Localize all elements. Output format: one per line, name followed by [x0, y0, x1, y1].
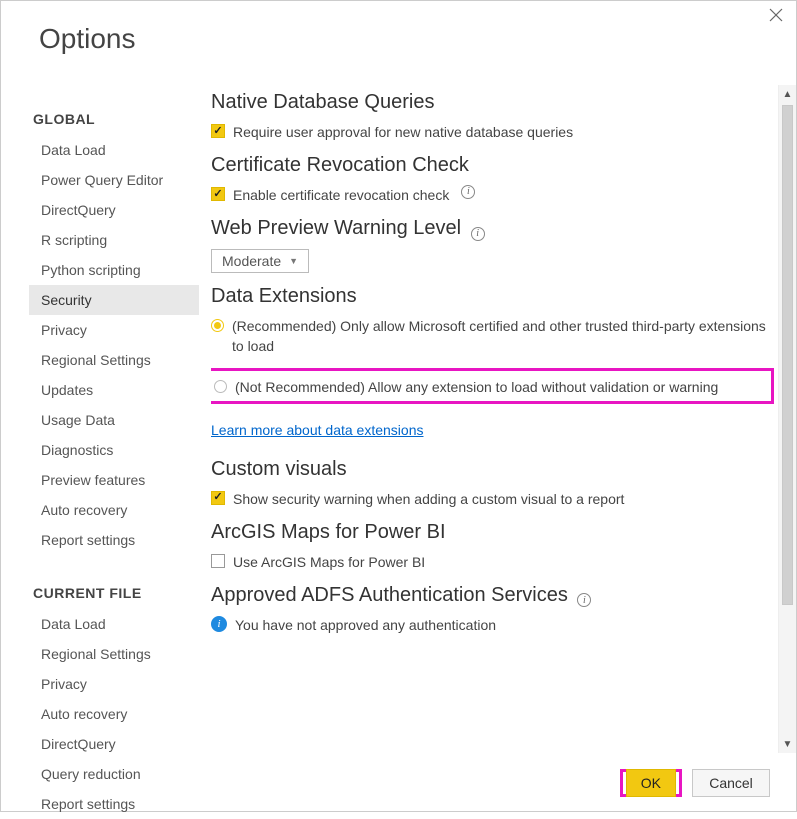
radio-not-recommended[interactable]: [214, 380, 227, 393]
close-icon[interactable]: [768, 7, 786, 25]
scroll-thumb[interactable]: [782, 105, 793, 605]
sidebar-item-r-scripting[interactable]: R scripting: [29, 225, 199, 255]
sidebar-group-current-file: CURRENT FILE: [33, 585, 199, 601]
label-not-recommended: (Not Recommended) Allow any extension to…: [235, 377, 718, 397]
section-title-adfs: Approved ADFS Authentication Services i: [211, 584, 774, 608]
scrollbar[interactable]: ▲ ▼: [778, 85, 796, 753]
label-visuals-warning: Show security warning when adding a cust…: [233, 489, 624, 509]
section-title-arcgis: ArcGIS Maps for Power BI: [211, 521, 774, 544]
scroll-up-icon[interactable]: ▲: [779, 85, 796, 103]
chevron-down-icon: ▼: [289, 256, 298, 266]
label-cert-revocation: Enable certificate revocation check: [233, 185, 449, 205]
sidebar: GLOBAL Data LoadPower Query EditorDirect…: [1, 85, 199, 753]
dialog-title: Options: [1, 1, 796, 55]
web-preview-select[interactable]: Moderate ▼: [211, 249, 309, 273]
options-dialog: Options GLOBAL Data LoadPower Query Edit…: [0, 0, 797, 812]
sidebar-group-global: GLOBAL: [33, 111, 199, 127]
sidebar-item-updates[interactable]: Updates: [29, 375, 199, 405]
label-require-approval: Require user approval for new native dat…: [233, 122, 573, 142]
sidebar-item-auto-recovery[interactable]: Auto recovery: [29, 699, 199, 729]
sidebar-item-report-settings[interactable]: Report settings: [29, 789, 199, 819]
sidebar-item-directquery[interactable]: DirectQuery: [29, 729, 199, 759]
sidebar-item-auto-recovery[interactable]: Auto recovery: [29, 495, 199, 525]
sidebar-item-preview-features[interactable]: Preview features: [29, 465, 199, 495]
sidebar-item-regional-settings[interactable]: Regional Settings: [29, 639, 199, 669]
highlight-ok: OK: [620, 769, 682, 797]
section-title-web-preview: Web Preview Warning Level i: [211, 217, 774, 241]
section-title-cert: Certificate Revocation Check: [211, 154, 774, 177]
sidebar-item-query-reduction[interactable]: Query reduction: [29, 759, 199, 789]
content-pane: Native Database Queries Require user app…: [199, 85, 796, 753]
sidebar-item-privacy[interactable]: Privacy: [29, 315, 199, 345]
section-title-custom-visuals: Custom visuals: [211, 458, 774, 481]
scroll-down-icon[interactable]: ▼: [779, 735, 796, 753]
info-icon[interactable]: i: [577, 593, 591, 607]
section-title-native-db: Native Database Queries: [211, 91, 774, 114]
ok-button[interactable]: OK: [626, 769, 676, 797]
link-learn-more-extensions[interactable]: Learn more about data extensions: [211, 422, 423, 438]
sidebar-item-privacy[interactable]: Privacy: [29, 669, 199, 699]
sidebar-item-directquery[interactable]: DirectQuery: [29, 195, 199, 225]
sidebar-item-usage-data[interactable]: Usage Data: [29, 405, 199, 435]
label-recommended: (Recommended) Only allow Microsoft certi…: [232, 316, 774, 356]
section-title-data-extensions: Data Extensions: [211, 285, 774, 308]
sidebar-item-data-load[interactable]: Data Load: [29, 135, 199, 165]
dialog-footer: OK Cancel: [620, 769, 770, 797]
sidebar-item-regional-settings[interactable]: Regional Settings: [29, 345, 199, 375]
sidebar-item-security[interactable]: Security: [29, 285, 199, 315]
info-icon[interactable]: i: [471, 227, 485, 241]
select-value: Moderate: [222, 253, 281, 269]
sidebar-item-python-scripting[interactable]: Python scripting: [29, 255, 199, 285]
cancel-button[interactable]: Cancel: [692, 769, 770, 797]
sidebar-item-diagnostics[interactable]: Diagnostics: [29, 435, 199, 465]
highlight-not-recommended: (Not Recommended) Allow any extension to…: [211, 368, 774, 404]
checkbox-visuals-warning[interactable]: [211, 491, 225, 505]
sidebar-item-report-settings[interactable]: Report settings: [29, 525, 199, 555]
info-icon[interactable]: i: [461, 185, 475, 199]
radio-recommended[interactable]: [211, 319, 224, 332]
label-arcgis: Use ArcGIS Maps for Power BI: [233, 552, 425, 572]
sidebar-item-data-load[interactable]: Data Load: [29, 609, 199, 639]
sidebar-item-power-query-editor[interactable]: Power Query Editor: [29, 165, 199, 195]
label-adfs-msg: You have not approved any authentication: [235, 615, 496, 635]
info-icon: i: [211, 616, 227, 632]
checkbox-require-approval[interactable]: [211, 124, 225, 138]
checkbox-cert-revocation[interactable]: [211, 187, 225, 201]
checkbox-arcgis[interactable]: [211, 554, 225, 568]
